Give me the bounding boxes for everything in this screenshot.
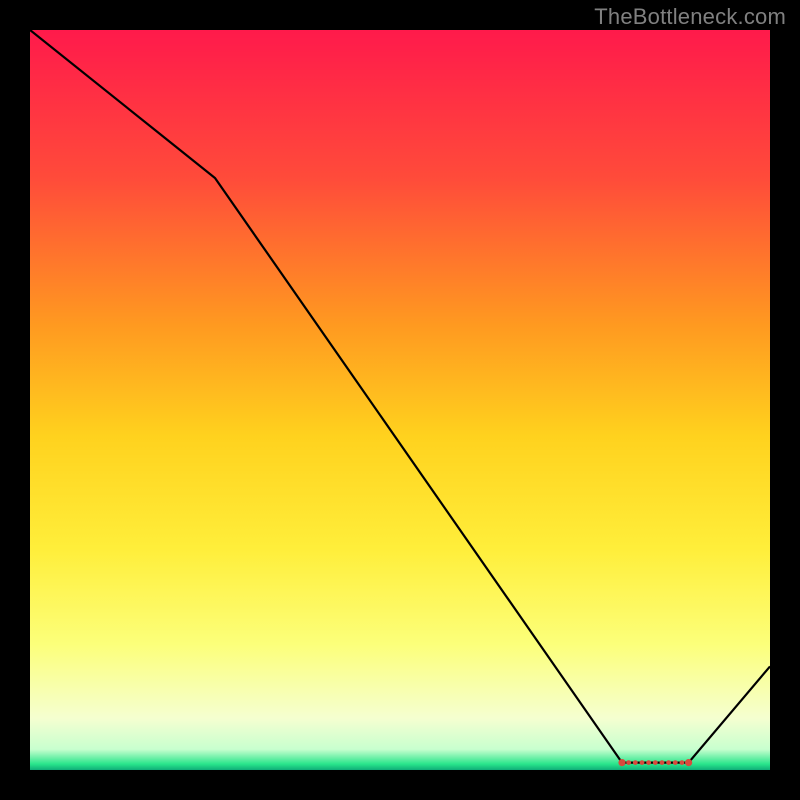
chart-frame: TheBottleneck.com — [0, 0, 800, 800]
marker-dot — [673, 760, 678, 765]
marker-dot — [660, 760, 665, 765]
plot-area — [30, 30, 770, 770]
marker-dot — [646, 760, 651, 765]
attribution-label: TheBottleneck.com — [594, 4, 786, 30]
marker-dot — [680, 760, 685, 765]
marker-dot — [640, 760, 645, 765]
marker-dot — [618, 759, 625, 766]
marker-dot — [653, 760, 658, 765]
chart-svg — [30, 30, 770, 770]
marker-dot — [633, 760, 638, 765]
marker-dot — [626, 760, 631, 765]
gradient-background — [30, 30, 770, 770]
marker-dot — [666, 760, 671, 765]
marker-dot — [685, 759, 692, 766]
